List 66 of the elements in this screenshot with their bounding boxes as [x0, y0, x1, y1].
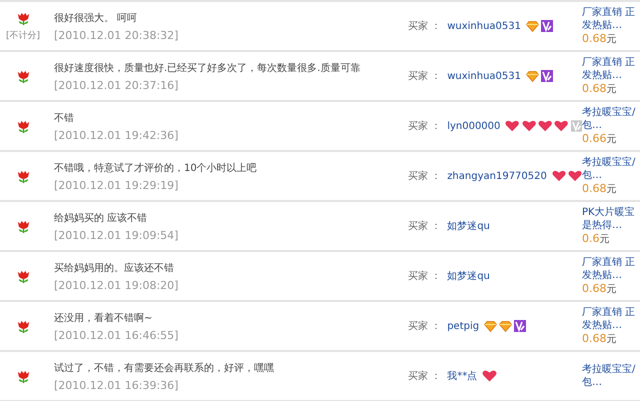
heart-icon — [505, 120, 520, 132]
buyer-link[interactable]: wuxinhua0531 — [447, 70, 521, 82]
product-link[interactable]: 考拉暖宝宝/ 包… — [582, 156, 640, 182]
buyer-label: 买家 ： — [408, 270, 442, 283]
price-text: 0.68 — [582, 82, 606, 95]
currency-unit: 元 — [606, 84, 616, 95]
product-link[interactable]: 厂家直销 正 发热贴… — [582, 6, 640, 32]
review-text: 不错哦，特意试了才评价的，10个小时以上吧 — [54, 162, 258, 174]
price-text: 0.68 — [582, 182, 606, 195]
currency-unit: 元 — [606, 284, 616, 295]
score-note: [不计分] — [6, 30, 40, 42]
price-text: 0.68 — [582, 282, 606, 295]
buyer-label: 买家 ： — [408, 370, 442, 383]
buyer-link[interactable]: petpig — [447, 320, 480, 332]
product-link[interactable]: 考拉暖宝宝/ 包… — [582, 363, 640, 389]
heart-icon — [522, 120, 536, 132]
heart-icon — [538, 120, 552, 132]
diamond-icon — [484, 320, 498, 332]
review-date: [2010.12.01 20:38:32] — [54, 28, 180, 42]
product-link[interactable]: 厂家直销 正 发热贴… — [582, 56, 640, 82]
heart-icon — [552, 170, 566, 182]
product-link[interactable]: PK大片暖宝 是热得… — [582, 206, 640, 232]
price-text: 0.66 — [582, 132, 606, 145]
product-link[interactable]: 厂家直销 正 发热贴… — [582, 256, 640, 282]
heart-icon — [482, 370, 498, 382]
review-text: 还没用，看着不错啊~ — [54, 312, 154, 324]
review-text: 不错 — [54, 112, 75, 124]
review-date: [2010.12.01 16:39:36] — [54, 378, 180, 392]
buyer-label: 买家 ： — [408, 70, 442, 83]
price-text: 0.6 — [582, 232, 600, 245]
buyer-link[interactable]: wuxinhua0531 — [447, 20, 521, 32]
review-date: [2010.12.01 19:29:19] — [54, 178, 180, 192]
buyer-link[interactable]: lyn000000 — [447, 120, 500, 132]
buyer-label: 买家 ： — [408, 20, 442, 33]
price-text: 0.68 — [582, 32, 606, 45]
heart-icon — [568, 170, 582, 182]
review-text: 买给妈妈用的。应该还不错 — [54, 262, 175, 274]
review-date: [2010.12.01 19:08:20] — [54, 278, 180, 292]
price-text: 0.68 — [582, 332, 606, 345]
review-date: [2010.12.01 19:42:36] — [54, 128, 180, 142]
heart-icon — [554, 120, 569, 132]
review-date: [2010.12.01 16:46:55] — [54, 328, 180, 342]
review-date: [2010.12.01 20:37:16] — [54, 78, 180, 92]
review-text: 给妈妈买的 应该不错 — [54, 212, 148, 224]
buyer-link[interactable]: zhangyan19770520 — [447, 170, 547, 182]
diamond-icon — [526, 70, 539, 82]
review-text: 很好很强大。 呵呵 — [54, 12, 138, 24]
product-link[interactable]: 厂家直销 正 发热贴… — [582, 306, 640, 332]
product-link[interactable]: 考拉暖宝宝/ 包… — [582, 106, 640, 132]
currency-unit: 元 — [600, 234, 610, 245]
review-text: 试过了，不错，有需要还会再联系的，好评，嘿嘿 — [54, 362, 275, 374]
review-date: [2010.12.01 19:09:54] — [54, 228, 180, 242]
buyer-link[interactable]: 我**点 — [447, 369, 478, 383]
buyer-link[interactable]: 如梦迷qu — [447, 219, 490, 233]
currency-unit: 元 — [606, 184, 616, 195]
currency-unit: 元 — [606, 134, 616, 145]
buyer-link[interactable]: 如梦迷qu — [447, 269, 490, 283]
buyer-label: 买家 ： — [408, 320, 442, 333]
currency-unit: 元 — [606, 34, 616, 45]
review-text: 很好速度很快，质量也好.已经买了好多次了，每次数量很多.质量可靠 — [54, 62, 362, 74]
diamond-icon — [499, 320, 512, 332]
diamond-icon — [526, 20, 539, 32]
buyer-label: 买家 ： — [408, 170, 442, 183]
buyer-label: 买家 ： — [408, 220, 442, 233]
buyer-label: 买家 ： — [408, 120, 442, 133]
currency-unit: 元 — [606, 334, 616, 345]
